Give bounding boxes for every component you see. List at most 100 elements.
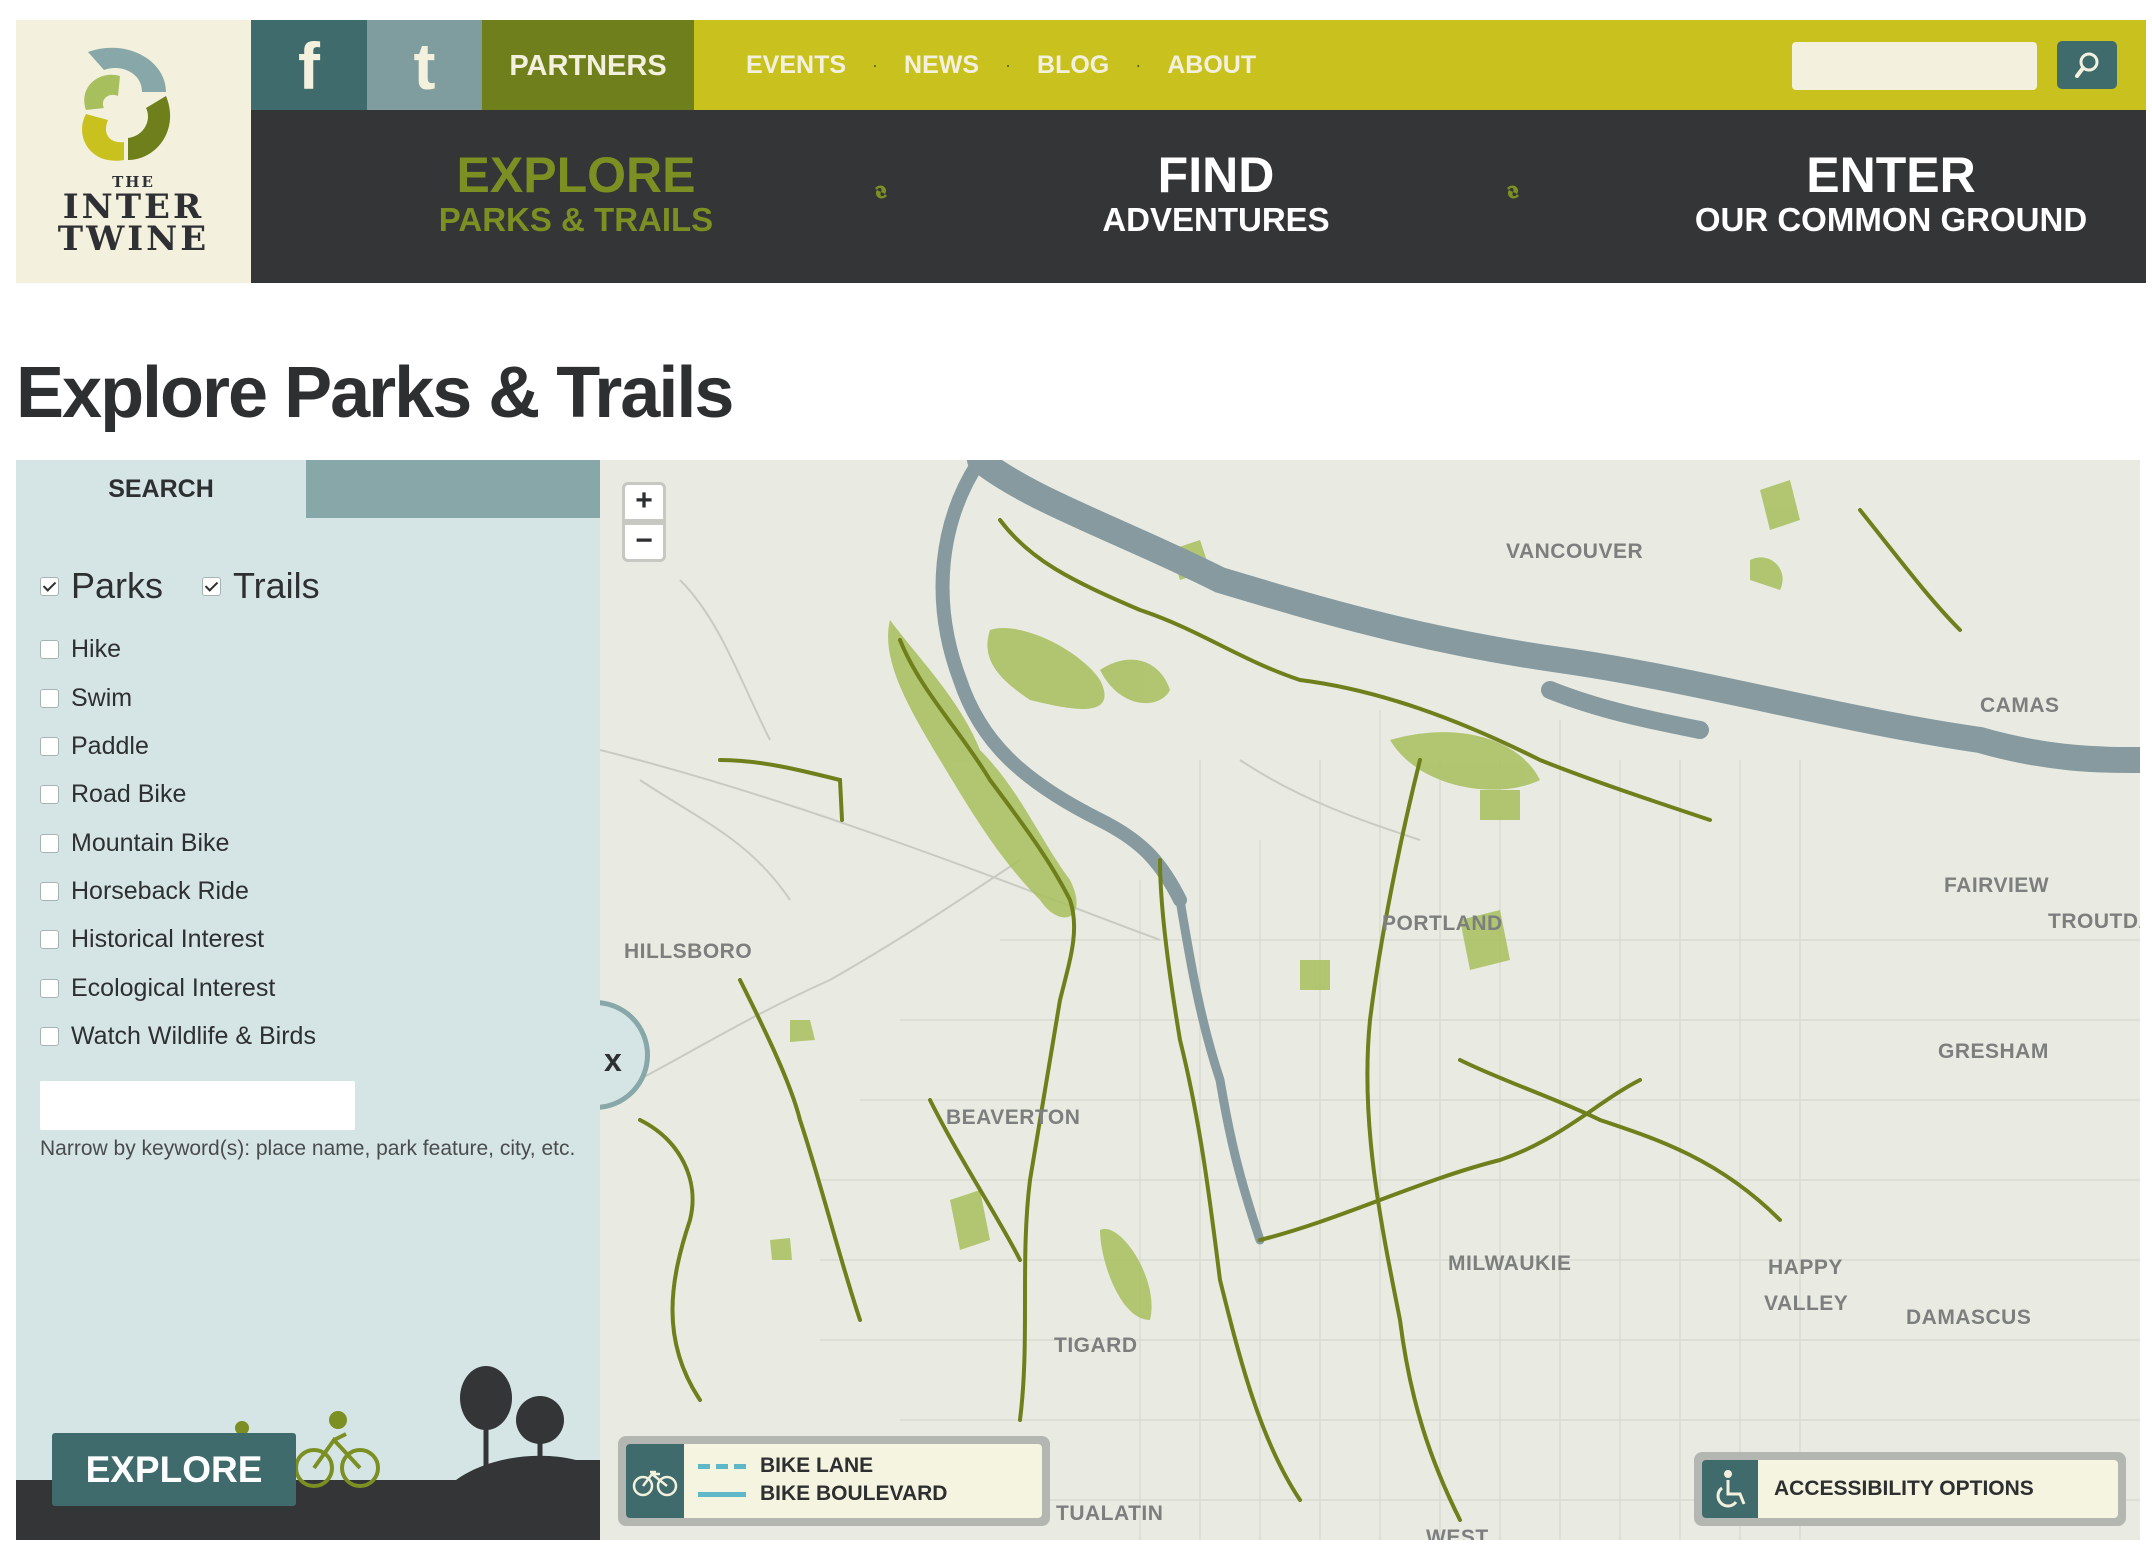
nav-find-sub: ADVENTURES bbox=[1102, 201, 1330, 238]
filter-label: Ecological Interest bbox=[71, 974, 276, 1002]
filter-label: Historical Interest bbox=[71, 925, 265, 953]
zoom-out-button[interactable]: − bbox=[622, 522, 666, 562]
filter-label: Horseback Ride bbox=[71, 877, 249, 905]
filter-watch-wildlife[interactable]: Watch Wildlife & Birds bbox=[40, 1022, 316, 1051]
twitter-icon[interactable]: t bbox=[367, 20, 482, 110]
search-sidebar: SEARCH Parks Trails Hike Swim Paddle Roa… bbox=[16, 460, 600, 1540]
filter-label: Mountain Bike bbox=[71, 829, 230, 857]
nav-separator: · bbox=[1005, 54, 1012, 75]
city-label: HILLSBORO bbox=[624, 940, 753, 963]
filter-label: Watch Wildlife & Birds bbox=[71, 1022, 316, 1050]
nav-about[interactable]: ABOUT bbox=[1167, 51, 1256, 80]
city-label: WEST bbox=[1426, 1526, 1489, 1540]
site-search-input[interactable] bbox=[1792, 42, 2037, 90]
filter-checkbox[interactable] bbox=[40, 979, 59, 998]
trails-toggle[interactable]: Trails bbox=[202, 565, 320, 607]
tab-secondary[interactable] bbox=[306, 460, 600, 518]
legend-bike-lane: BIKE LANE bbox=[698, 1454, 873, 1478]
nav-events[interactable]: EVENTS bbox=[746, 51, 846, 80]
bike-boulevard-swatch bbox=[698, 1491, 746, 1497]
city-label: DAMASCUS bbox=[1906, 1306, 2032, 1329]
filter-mountain-bike[interactable]: Mountain Bike bbox=[40, 829, 229, 858]
filter-label: Road Bike bbox=[71, 780, 187, 808]
explore-button[interactable]: EXPLORE bbox=[52, 1433, 296, 1506]
filter-historical-interest[interactable]: Historical Interest bbox=[40, 925, 264, 954]
filter-checkbox[interactable] bbox=[40, 834, 59, 853]
tab-search[interactable]: SEARCH bbox=[16, 460, 306, 518]
nav-enter-title: ENTER bbox=[1806, 147, 1976, 203]
city-label: PORTLAND bbox=[1382, 912, 1503, 935]
nav-blog[interactable]: BLOG bbox=[1037, 51, 1109, 80]
city-label: FAIRVIEW bbox=[1944, 874, 2050, 897]
intertwine-logo[interactable]: THE INTER TWINE bbox=[16, 20, 251, 283]
nav-find-adventures[interactable]: FIND ADVENTURES bbox=[1051, 110, 1381, 283]
swirl-logo-icon bbox=[82, 47, 171, 161]
keyword-input[interactable] bbox=[40, 1081, 355, 1130]
search-button[interactable] bbox=[2057, 41, 2117, 89]
top-nav: EVENTS · NEWS · BLOG · ABOUT bbox=[746, 20, 1256, 110]
nav-explore-parks-trails[interactable]: EXPLORE PARKS & TRAILS bbox=[411, 110, 741, 283]
filter-checkbox[interactable] bbox=[40, 930, 59, 949]
filter-ecological-interest[interactable]: Ecological Interest bbox=[40, 974, 275, 1003]
trails-checkbox[interactable] bbox=[202, 576, 221, 596]
legend-bike-lane-label: BIKE LANE bbox=[760, 1454, 874, 1477]
keyword-help-text: Narrow by keyword(s): place name, park f… bbox=[40, 1137, 576, 1160]
parks-checkbox[interactable] bbox=[40, 576, 59, 596]
nav-separator: · bbox=[872, 54, 879, 75]
trail-map[interactable]: + − VANCOUVER CAMAS FAIRVIEW TROUTDALE P… bbox=[600, 460, 2140, 1540]
city-label: HAPPY bbox=[1768, 1256, 1843, 1279]
parks-label: Parks bbox=[71, 565, 164, 606]
accessibility-options-button[interactable]: ACCESSIBILITY OPTIONS bbox=[1694, 1452, 2126, 1526]
filter-checkbox[interactable] bbox=[40, 785, 59, 804]
city-label: TIGARD bbox=[1054, 1334, 1138, 1357]
search-icon bbox=[2075, 52, 2099, 78]
bike-legend: BIKE LANE BIKE BOULEVARD bbox=[618, 1436, 1050, 1526]
facebook-icon[interactable]: f bbox=[251, 20, 367, 110]
legend-bike-boulevard-label: BIKE BOULEVARD bbox=[760, 1482, 948, 1505]
bike-lane-swatch bbox=[698, 1463, 746, 1469]
city-label: TUALATIN bbox=[1056, 1502, 1164, 1525]
filter-checkbox[interactable] bbox=[40, 737, 59, 756]
legend-bike-boulevard: BIKE BOULEVARD bbox=[698, 1482, 947, 1506]
nav-find-title: FIND bbox=[1157, 147, 1275, 203]
filter-horseback-ride[interactable]: Horseback Ride bbox=[40, 877, 249, 906]
filter-checkbox[interactable] bbox=[40, 882, 59, 901]
parks-toggle[interactable]: Parks bbox=[40, 565, 163, 607]
accessibility-label: ACCESSIBILITY OPTIONS bbox=[1758, 1460, 2118, 1518]
city-label: VALLEY bbox=[1764, 1292, 1849, 1315]
filter-checkbox[interactable] bbox=[40, 689, 59, 708]
filter-paddle[interactable]: Paddle bbox=[40, 732, 149, 761]
filter-swim[interactable]: Swim bbox=[40, 684, 132, 713]
nav-separator: · bbox=[1135, 54, 1142, 75]
swirl-divider-icon bbox=[875, 185, 887, 199]
swirl-divider-icon bbox=[1507, 185, 1519, 199]
nav-enter-sub: OUR COMMON GROUND bbox=[1694, 201, 2088, 238]
bicycle-icon bbox=[626, 1444, 684, 1518]
close-icon[interactable]: x bbox=[604, 1042, 622, 1079]
filter-checkbox[interactable] bbox=[40, 640, 59, 659]
city-label: CAMAS bbox=[1980, 694, 2060, 717]
city-label: TROUTDALE bbox=[2048, 910, 2140, 933]
legend-body: BIKE LANE BIKE BOULEVARD bbox=[684, 1444, 1042, 1518]
filter-label: Hike bbox=[71, 635, 122, 663]
filter-label: Swim bbox=[71, 684, 133, 712]
filter-road-bike[interactable]: Road Bike bbox=[40, 780, 186, 809]
main-nav: EXPLORE PARKS & TRAILS FIND ADVENTURES E… bbox=[251, 110, 2146, 283]
wheelchair-icon bbox=[1702, 1460, 1758, 1518]
site-header: THE INTER TWINE f t PARTNERS EVENTS · NE… bbox=[16, 20, 2146, 283]
city-label: BEAVERTON bbox=[946, 1106, 1081, 1129]
filter-checkbox[interactable] bbox=[40, 1027, 59, 1046]
partners-link[interactable]: PARTNERS bbox=[482, 20, 694, 110]
nav-explore-sub: PARKS & TRAILS bbox=[438, 201, 714, 238]
city-label: VANCOUVER bbox=[1506, 540, 1644, 563]
nav-explore-title: EXPLORE bbox=[456, 147, 696, 203]
page-title: Explore Parks & Trails bbox=[16, 353, 734, 433]
nav-news[interactable]: NEWS bbox=[904, 51, 979, 80]
logo-line2: TWINE bbox=[57, 219, 210, 259]
filter-label: Paddle bbox=[71, 732, 149, 760]
city-label: MILWAUKIE bbox=[1448, 1252, 1572, 1275]
nav-enter-common-ground[interactable]: ENTER OUR COMMON GROUND bbox=[1621, 110, 2152, 283]
filter-hike[interactable]: Hike bbox=[40, 635, 121, 664]
zoom-in-button[interactable]: + bbox=[622, 482, 666, 522]
city-label: GRESHAM bbox=[1938, 1040, 2049, 1063]
